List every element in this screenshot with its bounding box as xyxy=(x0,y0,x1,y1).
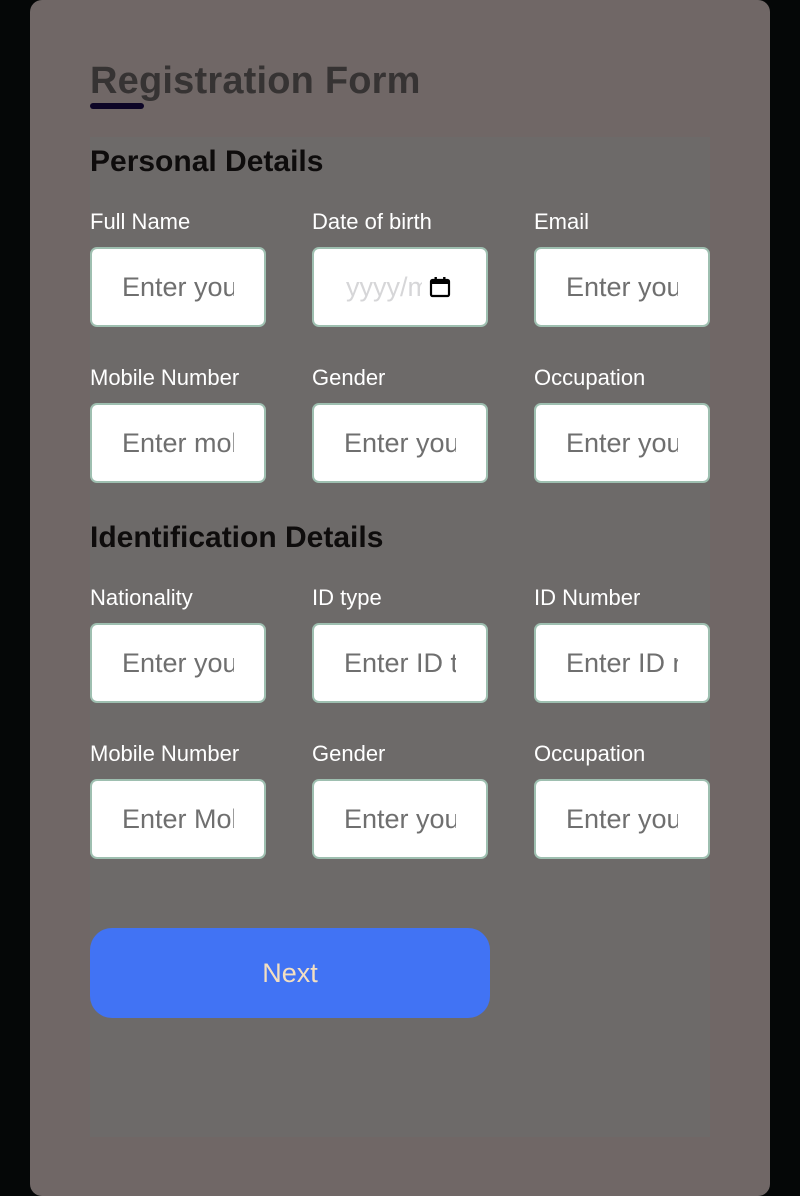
gender-label: Gender xyxy=(312,365,386,390)
id-gender-label: Gender xyxy=(312,741,386,766)
date-placeholder: yyyy/mm/dd xyxy=(346,271,422,302)
date-of-birth-label: Date of birth xyxy=(312,209,432,234)
id-number-input[interactable] xyxy=(534,623,710,703)
registration-card: Registration Form Personal Details Full … xyxy=(30,0,770,1196)
next-button[interactable]: Next xyxy=(90,928,490,1018)
field-gender: Gender xyxy=(312,363,488,483)
field-id-gender: Gender xyxy=(312,739,488,859)
field-id-type: ID type xyxy=(312,583,488,703)
email-input[interactable] xyxy=(534,247,710,327)
field-full-name: Full Name xyxy=(90,207,266,327)
id-mobile-number-input[interactable] xyxy=(90,779,266,859)
field-mobile-number: Mobile Number xyxy=(90,363,266,483)
email-label: Email xyxy=(534,209,590,234)
id-mobile-number-label: Mobile Number xyxy=(90,741,240,766)
id-gender-input[interactable] xyxy=(312,779,488,859)
occupation-label: Occupation xyxy=(534,365,646,390)
date-of-birth-input[interactable]: yyyy/mm/dd xyxy=(312,247,488,327)
title-underline xyxy=(90,103,144,109)
mobile-number-input[interactable] xyxy=(90,403,266,483)
id-occupation-input[interactable] xyxy=(534,779,710,859)
full-name-input[interactable] xyxy=(90,247,266,327)
mobile-number-label: Mobile Number xyxy=(90,365,240,390)
id-occupation-label: Occupation xyxy=(534,741,646,766)
id-number-label: ID Number xyxy=(534,585,641,610)
field-id-mobile-number: Mobile Number xyxy=(90,739,266,859)
field-id-number: ID Number xyxy=(534,583,710,703)
id-type-input[interactable] xyxy=(312,623,488,703)
occupation-input[interactable] xyxy=(534,403,710,483)
page-title: Registration Form xyxy=(90,60,421,102)
nationality-label: Nationality xyxy=(90,585,193,610)
field-occupation: Occupation xyxy=(534,363,710,483)
field-date-of-birth: Date of birth yyyy/mm/dd xyxy=(312,207,488,327)
id-type-label: ID type xyxy=(312,585,382,610)
registration-form: Personal Details Full Name Date of birth… xyxy=(90,137,710,1137)
field-id-occupation: Occupation xyxy=(534,739,710,859)
section-title-identification: Identification Details xyxy=(90,521,384,554)
calendar-icon[interactable] xyxy=(428,275,452,299)
section-title-personal: Personal Details xyxy=(90,145,324,178)
field-nationality: Nationality xyxy=(90,583,266,703)
full-name-label: Full Name xyxy=(90,209,191,234)
field-email: Email xyxy=(534,207,710,327)
gender-input[interactable] xyxy=(312,403,488,483)
nationality-input[interactable] xyxy=(90,623,266,703)
